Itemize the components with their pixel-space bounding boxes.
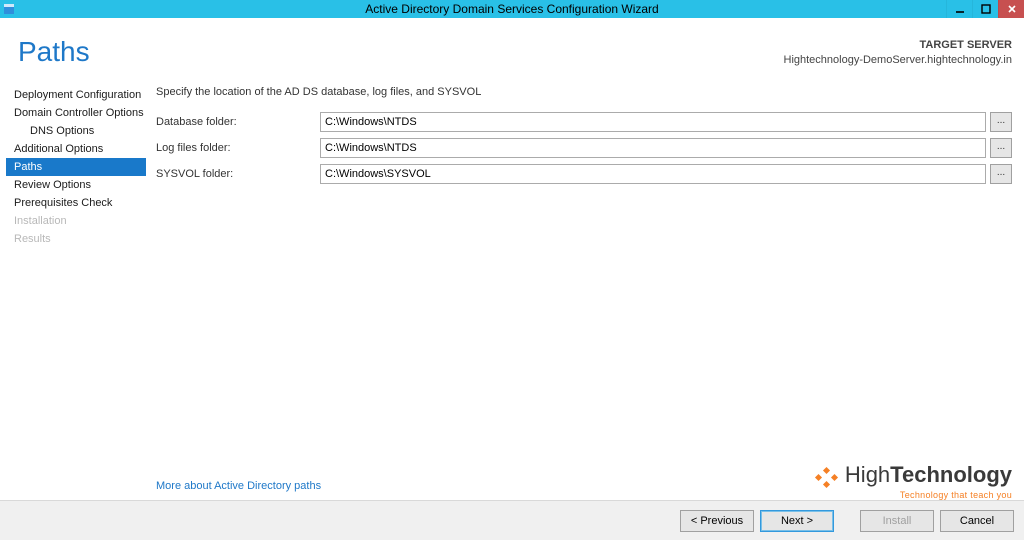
page-title: Paths <box>18 36 90 68</box>
field-row-database: Database folder: ... <box>156 112 1012 132</box>
cancel-button[interactable]: Cancel <box>940 510 1014 532</box>
previous-button[interactable]: < Previous <box>680 510 754 532</box>
target-server-box: TARGET SERVER Hightechnology-DemoServer.… <box>784 36 1013 68</box>
step-paths[interactable]: Paths <box>6 158 146 176</box>
brand-name: HighTechnology <box>845 462 1012 487</box>
close-button[interactable] <box>998 0 1024 18</box>
next-button[interactable]: Next > <box>760 510 834 532</box>
step-dns-options[interactable]: DNS Options <box>6 122 146 140</box>
sysvol-folder-label: SYSVOL folder: <box>156 168 320 180</box>
field-row-logfiles: Log files folder: ... <box>156 138 1012 158</box>
logfiles-folder-browse-button[interactable]: ... <box>990 138 1012 158</box>
database-folder-label: Database folder: <box>156 116 320 128</box>
database-folder-browse-button[interactable]: ... <box>990 112 1012 132</box>
install-button: Install <box>860 510 934 532</box>
step-additional-options[interactable]: Additional Options <box>6 140 146 158</box>
window-title: Active Directory Domain Services Configu… <box>0 2 1024 16</box>
body: Deployment Configuration Domain Controll… <box>0 80 1024 500</box>
step-deployment-configuration[interactable]: Deployment Configuration <box>6 86 146 104</box>
brand-tagline: Technology that teach you <box>814 490 1012 500</box>
minimize-button[interactable] <box>946 0 972 18</box>
titlebar: Active Directory Domain Services Configu… <box>0 0 1024 18</box>
logfiles-folder-label: Log files folder: <box>156 142 320 154</box>
header: Paths TARGET SERVER Hightechnology-DemoS… <box>0 18 1024 80</box>
step-review-options[interactable]: Review Options <box>6 176 146 194</box>
more-about-paths-link[interactable]: More about Active Directory paths <box>156 480 321 492</box>
field-row-sysvol: SYSVOL folder: ... <box>156 164 1012 184</box>
step-installation: Installation <box>6 212 146 230</box>
watermark-logo: HighTechnology Technology that teach you <box>814 462 1012 500</box>
target-server-label: TARGET SERVER <box>784 38 1013 53</box>
footer: < Previous Next > Install Cancel <box>0 500 1024 540</box>
maximize-button[interactable] <box>972 0 998 18</box>
sysvol-folder-browse-button[interactable]: ... <box>990 164 1012 184</box>
step-results: Results <box>6 230 146 248</box>
step-prerequisites-check[interactable]: Prerequisites Check <box>6 194 146 212</box>
brand-mark-icon <box>814 468 840 490</box>
database-folder-input[interactable] <box>320 112 986 132</box>
logfiles-folder-input[interactable] <box>320 138 986 158</box>
main-panel: Specify the location of the AD DS databa… <box>148 80 1024 500</box>
app-icon <box>2 2 16 16</box>
step-domain-controller-options[interactable]: Domain Controller Options <box>6 104 146 122</box>
target-server-value: Hightechnology-DemoServer.hightechnology… <box>784 53 1013 68</box>
wizard-steps-sidebar: Deployment Configuration Domain Controll… <box>0 80 148 500</box>
sysvol-folder-input[interactable] <box>320 164 986 184</box>
instruction-text: Specify the location of the AD DS databa… <box>156 86 1012 98</box>
window-controls <box>946 0 1024 18</box>
